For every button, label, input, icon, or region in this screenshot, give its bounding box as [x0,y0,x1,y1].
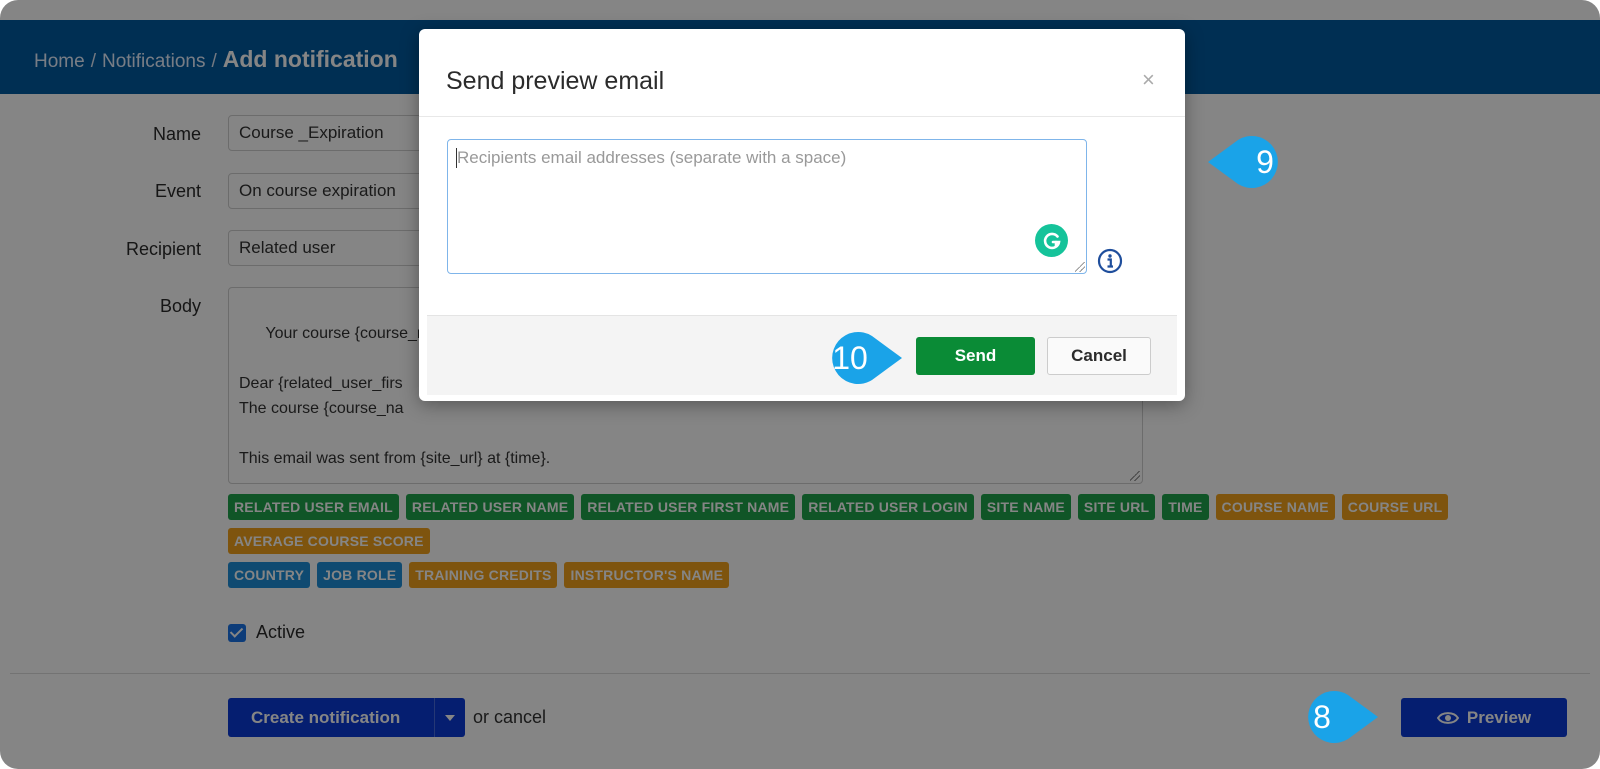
dialog-header-divider [419,116,1185,117]
close-icon[interactable]: × [1142,67,1155,93]
grammarly-icon[interactable] [1035,224,1068,257]
app-frame: Home / Notifications / Add notification … [0,0,1600,769]
step-10-callout: 10 [832,332,902,384]
send-preview-dialog: Send preview email × Send Cancel [419,29,1185,401]
cancel-button[interactable]: Cancel [1047,337,1151,375]
text-cursor [456,148,457,168]
recipients-email-input[interactable] [447,139,1087,274]
dialog-footer: Send Cancel [427,315,1177,395]
info-icon[interactable] [1097,248,1123,274]
resize-grip-icon[interactable] [1075,262,1085,272]
step-8-number: 8 [1313,699,1331,735]
send-button[interactable]: Send [916,337,1035,375]
step-8-callout: 8 [1308,691,1378,743]
step-10-number: 10 [832,340,868,376]
step-9-number: 9 [1256,144,1274,180]
dialog-title: Send preview email [446,67,665,95]
step-9-callout: 9 [1208,136,1278,188]
